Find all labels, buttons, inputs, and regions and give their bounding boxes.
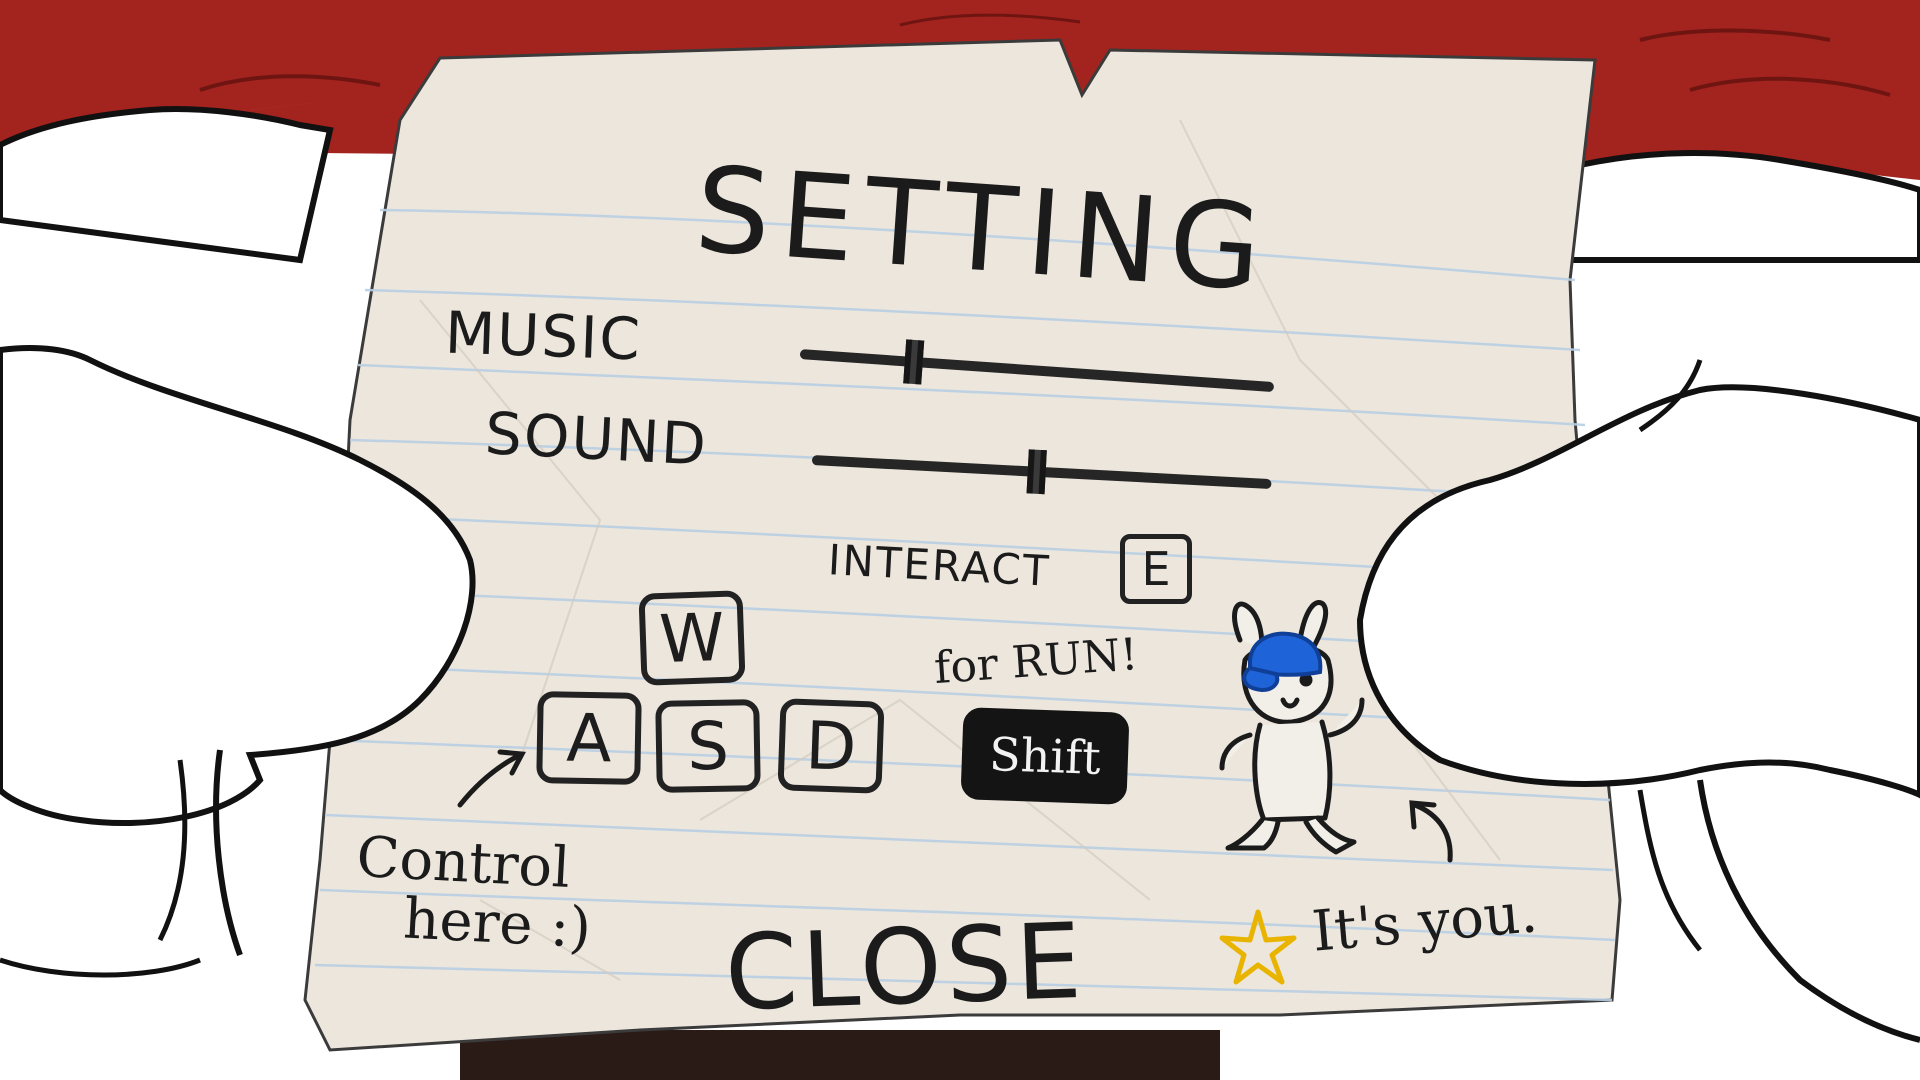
- music-label: MUSIC: [443, 298, 644, 374]
- control-note: Control here :): [352, 825, 595, 961]
- run-key-shift[interactable]: Shift: [960, 707, 1130, 805]
- control-note-line2: here :): [401, 886, 593, 961]
- close-button[interactable]: CLOSE: [723, 900, 1087, 1035]
- sound-label: SOUND: [483, 399, 710, 479]
- move-key-d[interactable]: D: [777, 698, 885, 794]
- music-slider-thumb[interactable]: [903, 339, 925, 385]
- move-key-s[interactable]: S: [655, 699, 761, 793]
- move-key-a[interactable]: A: [536, 691, 642, 785]
- settings-screen: SETTING MUSIC SOUND INTERACT E W A S D f…: [0, 0, 1920, 1080]
- move-key-w[interactable]: W: [638, 590, 746, 686]
- sound-slider-thumb[interactable]: [1026, 449, 1048, 495]
- interact-label: INTERACT: [826, 535, 1052, 596]
- interact-key-e[interactable]: E: [1120, 534, 1192, 604]
